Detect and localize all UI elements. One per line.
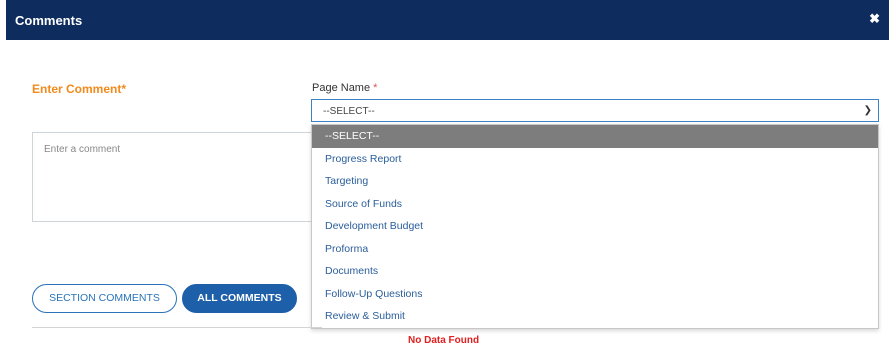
page-name-select[interactable]: --SELECT-- ❯ bbox=[311, 99, 879, 122]
required-marker: * bbox=[373, 82, 378, 94]
modal-header: Comments ✖ bbox=[6, 0, 889, 40]
dropdown-option[interactable]: Follow-Up Questions bbox=[312, 283, 878, 306]
dropdown-option[interactable]: Targeting bbox=[312, 170, 878, 193]
comment-placeholder: Enter a comment bbox=[44, 144, 121, 155]
divider bbox=[32, 327, 322, 328]
enter-comment-label: Enter Comment* bbox=[32, 82, 127, 96]
dropdown-option[interactable]: --SELECT-- bbox=[312, 125, 878, 148]
dropdown-option[interactable]: Progress Report bbox=[312, 148, 878, 171]
dropdown-option[interactable]: Documents bbox=[312, 260, 878, 283]
no-data-message: No Data Found bbox=[408, 335, 480, 346]
page-name-text: Page Name bbox=[312, 82, 371, 94]
chevron-down-icon: ❯ bbox=[863, 105, 872, 116]
dropdown-option[interactable]: Review & Submit bbox=[312, 305, 878, 328]
select-value: --SELECT-- bbox=[323, 106, 375, 117]
all-comments-button[interactable]: ALL COMMENTS bbox=[182, 284, 297, 313]
dropdown-option[interactable]: Proforma bbox=[312, 238, 878, 261]
page-name-label: Page Name * bbox=[312, 82, 377, 94]
page-name-dropdown: --SELECT-- Progress Report Targeting Sou… bbox=[311, 124, 879, 329]
dropdown-option[interactable]: Source of Funds bbox=[312, 193, 878, 216]
section-comments-button[interactable]: SECTION COMMENTS bbox=[32, 284, 177, 313]
comment-textarea[interactable]: Enter a comment bbox=[32, 132, 322, 222]
modal-title: Comments bbox=[15, 13, 83, 28]
dropdown-option[interactable]: Development Budget bbox=[312, 215, 878, 238]
close-icon[interactable]: ✖ bbox=[869, 11, 880, 27]
